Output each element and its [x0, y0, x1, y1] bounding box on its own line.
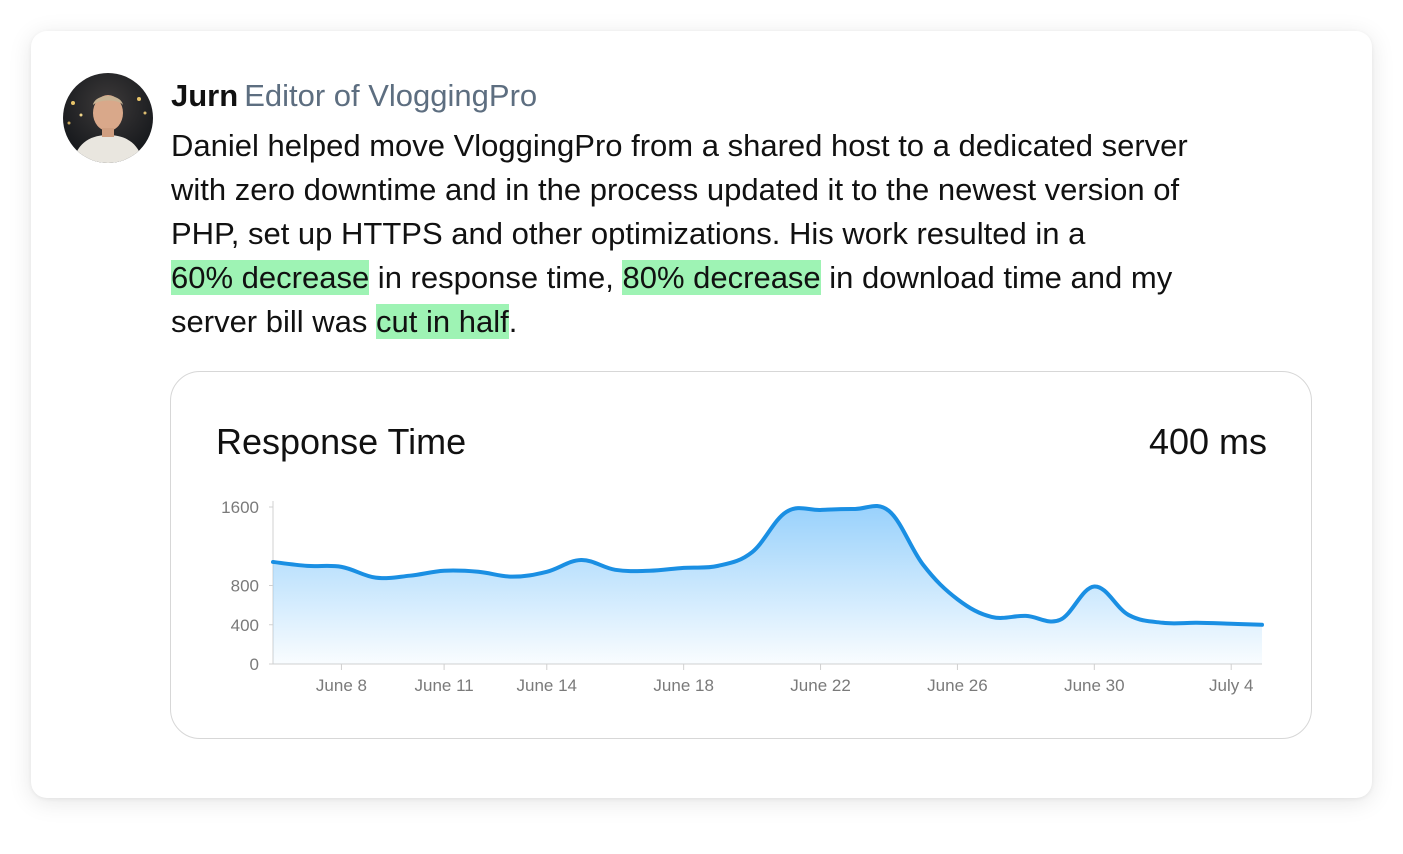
x-tick-label: June 22: [790, 676, 851, 695]
x-tick-label: June 14: [517, 676, 578, 695]
y-tick-label: 0: [250, 655, 259, 674]
x-tick-label: June 26: [927, 676, 988, 695]
x-tick-label: June 30: [1064, 676, 1125, 695]
x-tick-label: June 11: [414, 676, 473, 695]
response-time-chart: 0 400 800 1600 June 8 June 11 June 14 June 18 Ju…: [221, 498, 1264, 695]
y-tick-label: 800: [231, 577, 259, 596]
series-area: [273, 505, 1262, 664]
x-tick-label: June 8: [316, 676, 367, 695]
y-tick-label: 400: [231, 616, 259, 635]
y-tick-label: 1600: [221, 498, 259, 517]
x-tick-label: July 4: [1209, 676, 1253, 695]
x-tick-label: June 18: [653, 676, 714, 695]
